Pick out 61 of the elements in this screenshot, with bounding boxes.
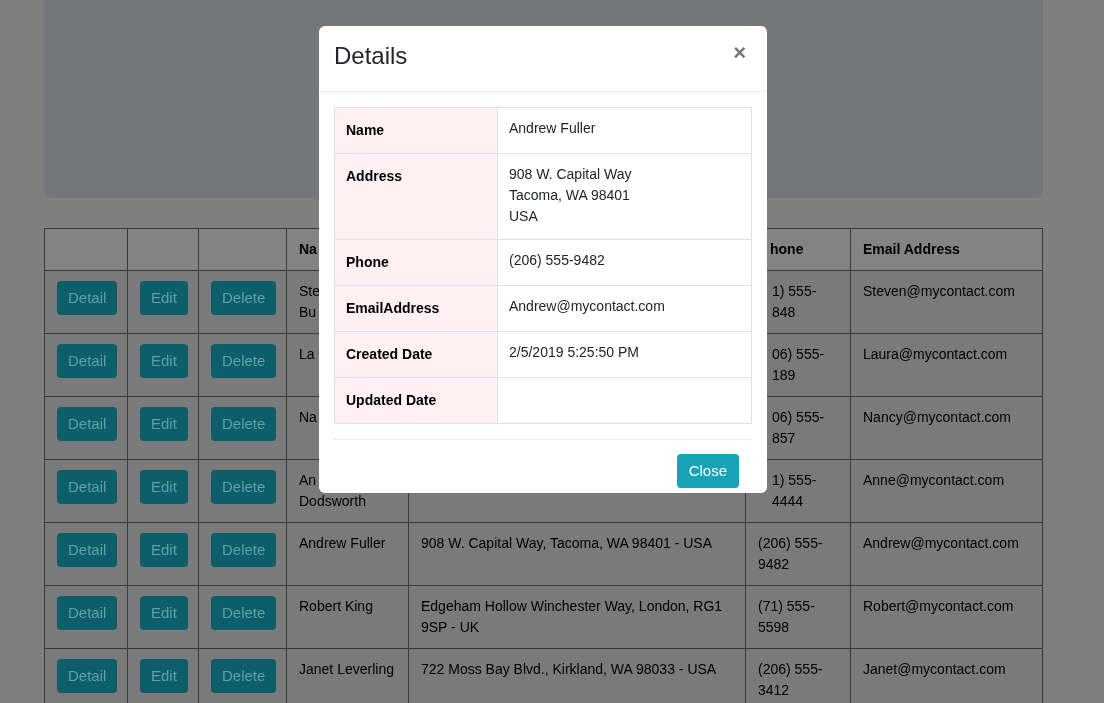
detail-button[interactable]: Detail xyxy=(57,407,118,441)
address-text: 722 Moss Bay Blvd., Kirkland, WA 98033 - USA xyxy=(421,661,717,677)
detail-button[interactable]: Detail xyxy=(57,596,118,630)
name-text: Andrew Fuller xyxy=(299,535,386,551)
edit-button[interactable]: Edit xyxy=(140,281,188,315)
name-text: Janet Leverling xyxy=(299,661,394,677)
detail-button[interactable]: Detail xyxy=(57,281,118,315)
field-value: Andrew Fuller xyxy=(509,119,597,138)
delete-button[interactable]: Delete xyxy=(211,596,277,630)
detail-button[interactable]: Detail xyxy=(57,533,118,567)
email-text: Steven@mycontact.com xyxy=(863,283,1015,299)
edit-button[interactable]: Edit xyxy=(140,596,188,630)
delete-button[interactable]: Delete xyxy=(211,344,277,378)
field-label: Name xyxy=(346,122,385,138)
phone-text: (71) 555-5598 xyxy=(758,598,815,635)
email-text: Laura@mycontact.com xyxy=(863,346,1008,362)
phone-text: (206) 555-3412 xyxy=(758,661,823,698)
field-label: Phone xyxy=(346,254,389,270)
close-button[interactable]: Close xyxy=(676,454,739,488)
email-text: Anne@mycontact.com xyxy=(863,472,1005,488)
delete-button[interactable]: Delete xyxy=(211,533,277,567)
email-text: Janet@mycontact.com xyxy=(863,661,1006,677)
edit-button[interactable]: Edit xyxy=(140,470,188,504)
field-value: 908 W. Capital Way Tacoma, WA 98401 USA xyxy=(509,165,633,226)
name-text: Na xyxy=(299,409,317,425)
phone-text: 1) 555- 848 xyxy=(772,283,817,320)
name-text: Robert King xyxy=(299,598,373,614)
column-header: Email Address xyxy=(863,241,960,257)
column-header: hone xyxy=(770,241,804,257)
email-text: Robert@mycontact.com xyxy=(863,598,1014,614)
edit-button[interactable]: Edit xyxy=(140,407,188,441)
phone-text: 06) 555- 857 xyxy=(772,409,825,446)
detail-button[interactable]: Detail xyxy=(57,659,118,693)
email-text: Nancy@mycontact.com xyxy=(863,409,1012,425)
detail-button[interactable]: Detail xyxy=(57,344,118,378)
field-label: Address xyxy=(346,168,403,184)
dialog-title: Details xyxy=(334,41,408,71)
phone-text: 06) 555- 189 xyxy=(772,346,825,383)
column-header: Na xyxy=(299,241,317,257)
field-value: (206) 555-9482 xyxy=(509,251,606,270)
edit-button[interactable]: Edit xyxy=(140,659,188,693)
edit-button[interactable]: Edit xyxy=(140,344,188,378)
detail-button[interactable]: Detail xyxy=(57,470,118,504)
delete-button[interactable]: Delete xyxy=(211,470,277,504)
delete-button[interactable]: Delete xyxy=(211,659,277,693)
name-text: La xyxy=(299,346,315,362)
field-label: Updated Date xyxy=(346,392,437,408)
field-label: EmailAddress xyxy=(346,300,440,316)
address-text: 908 W. Capital Way, Tacoma, WA 98401 - USA xyxy=(421,535,712,551)
name-text: An Dodsworth xyxy=(299,472,366,509)
field-label: Created Date xyxy=(346,346,433,362)
delete-button[interactable]: Delete xyxy=(211,281,277,315)
field-value: Andrew@mycontact.com xyxy=(509,297,666,316)
delete-button[interactable]: Delete xyxy=(211,407,277,441)
phone-text: (206) 555-9482 xyxy=(758,535,823,572)
address-text: Edgeham Hollow Winchester Way, London, RG1 9SP - UK xyxy=(421,598,723,635)
phone-text: 1) 555- 4444 xyxy=(772,472,817,509)
name-text: Ste Bu xyxy=(299,283,320,320)
field-value: 2/5/2019 5:25:50 PM xyxy=(509,343,640,362)
edit-button[interactable]: Edit xyxy=(140,533,188,567)
email-text: Andrew@mycontact.com xyxy=(863,535,1019,551)
